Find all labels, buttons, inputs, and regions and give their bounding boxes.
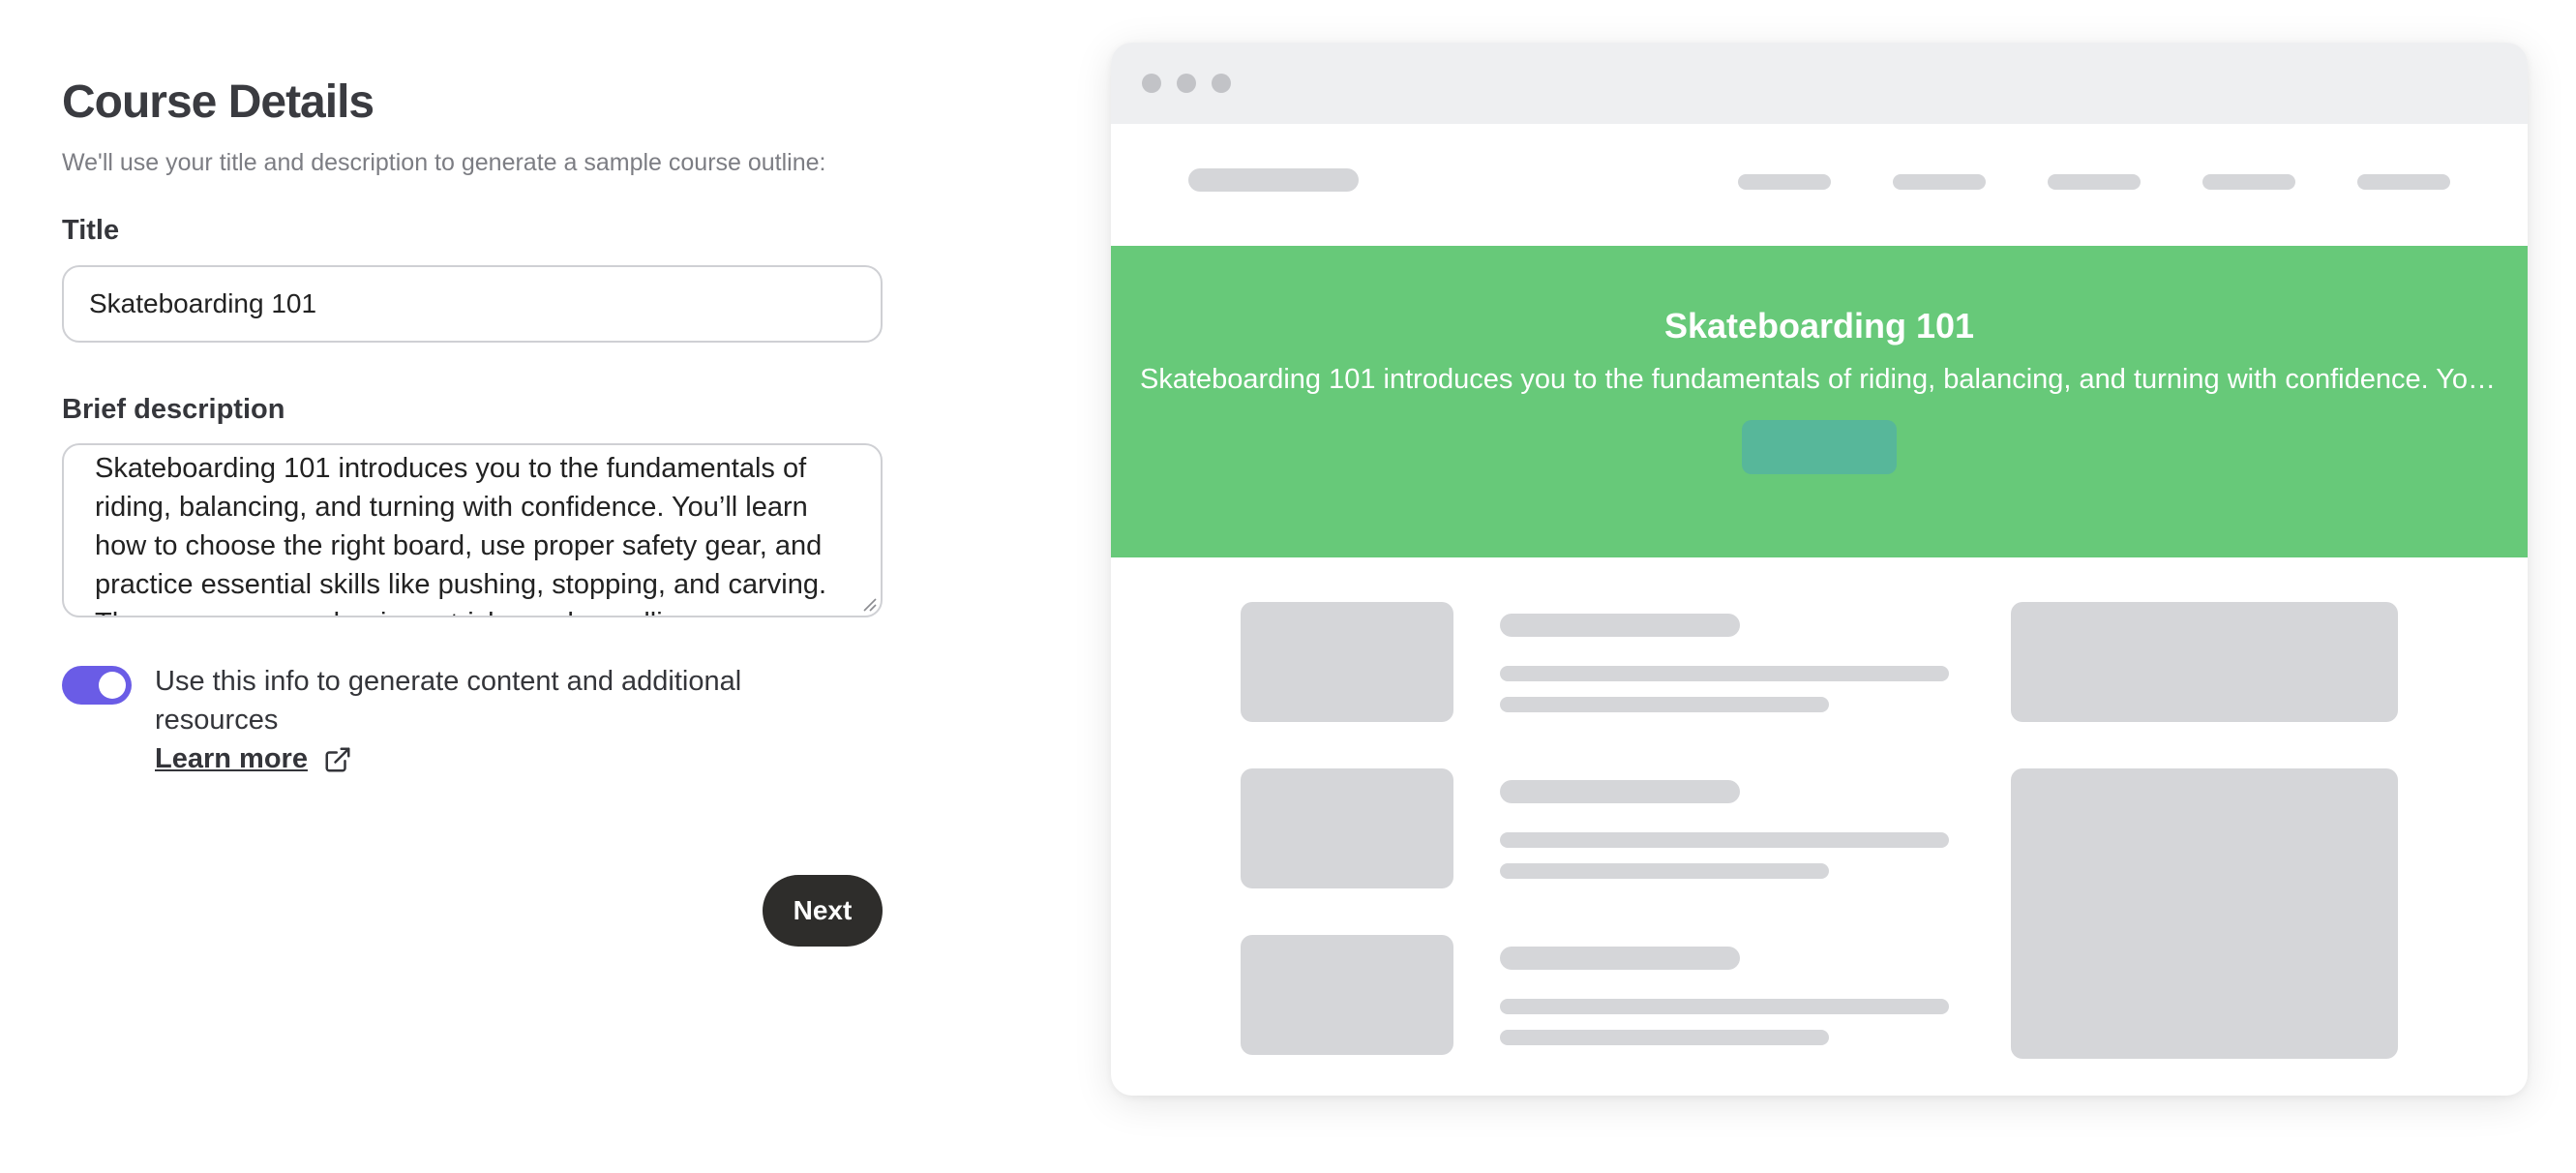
nav-logo-placeholder [1188,168,1359,192]
window-dot-icon [1177,74,1196,93]
next-button[interactable]: Next [763,875,883,947]
title-label: Title [62,215,120,246]
external-link-icon [325,747,350,771]
page: Course Details We'll use your title and … [0,0,2576,1173]
nav-item-placeholder [2202,174,2295,190]
preview-hero: Skateboarding 101 Skateboarding 101 intr… [1111,246,2528,557]
nav-item-placeholder [1738,174,1831,190]
hero-title: Skateboarding 101 [1663,306,1975,346]
learn-more-label: Learn more [155,743,308,774]
description-text[interactable]: Skateboarding 101 introduces you to the … [95,449,855,616]
hero-button-placeholder [1742,420,1897,474]
course-preview-window: Skateboarding 101 Skateboarding 101 intr… [1111,43,2528,1096]
window-dot-icon [1212,74,1231,93]
resize-grip-icon[interactable] [861,596,877,612]
title-input[interactable] [62,265,883,343]
hero-description: Skateboarding 101 introduces you to the … [1140,364,2499,395]
text-line-placeholder [1500,863,1829,879]
heading-placeholder [1500,947,1740,970]
text-line-placeholder [1500,697,1829,712]
sidebar-card-placeholder [2011,602,2398,722]
window-dot-icon [1142,74,1161,93]
generate-content-toggle[interactable] [62,666,132,705]
thumbnail-placeholder [1241,935,1453,1055]
description-textarea[interactable]: Skateboarding 101 introduces you to the … [62,443,883,617]
toggle-knob [99,672,126,699]
learn-more-link[interactable]: Learn more [155,743,352,775]
text-line-placeholder [1500,832,1949,848]
nav-item-placeholder [2357,174,2450,190]
page-title: Course Details [62,76,374,128]
text-line-placeholder [1500,999,1949,1014]
toggle-label: Use this info to generate content and ad… [155,666,742,736]
text-line-placeholder [1500,1030,1829,1045]
text-line-placeholder [1500,666,1949,681]
nav-item-placeholder [1893,174,1986,190]
thumbnail-placeholder [1241,768,1453,888]
thumbnail-placeholder [1241,602,1453,722]
sidebar-card-placeholder [2011,768,2398,1059]
heading-placeholder [1500,614,1740,637]
nav-item-placeholder [2048,174,2141,190]
preview-titlebar [1111,43,2528,124]
page-subtitle: We'll use your title and description to … [62,149,826,176]
heading-placeholder [1500,780,1740,803]
description-label: Brief description [62,394,285,425]
